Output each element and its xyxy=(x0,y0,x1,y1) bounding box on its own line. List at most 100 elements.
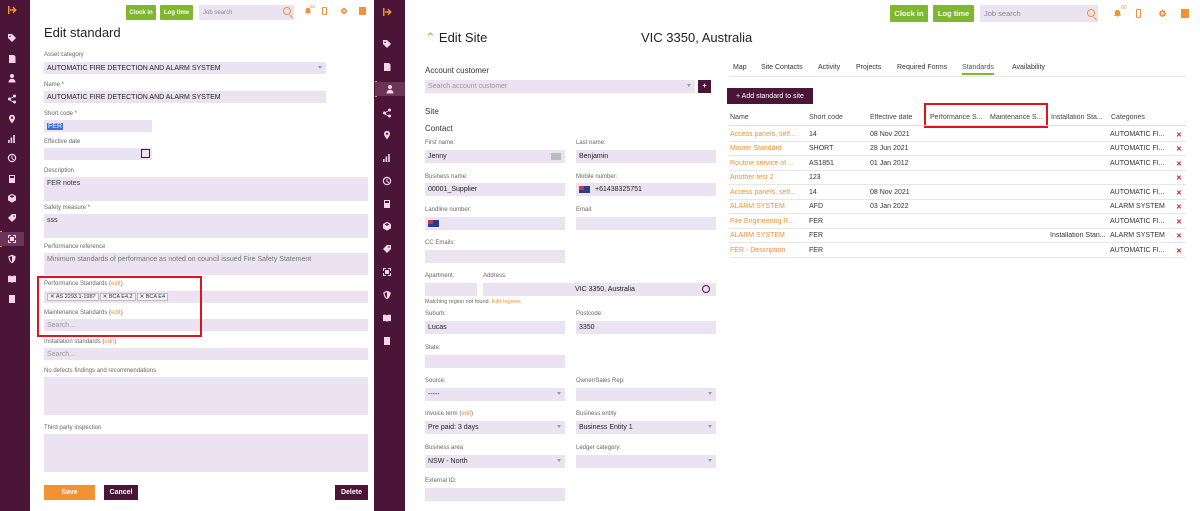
phone-icon[interactable] xyxy=(1136,9,1146,19)
clock-in-button[interactable]: Clock in xyxy=(890,5,928,22)
invoice-edit-link[interactable]: edit xyxy=(461,411,471,417)
column-header-short-code[interactable]: Short code xyxy=(809,114,867,121)
edit-regions-link[interactable]: Edit regions xyxy=(492,299,521,305)
delete-row-icon[interactable]: ✕ xyxy=(1176,203,1182,211)
address-input[interactable]: VIC 3350, Australia xyxy=(483,283,716,296)
table-row[interactable]: Access panels, self... 14 08 Nov 2021 AUTOM… xyxy=(729,186,1186,200)
table-row[interactable]: Routine service of ... AS1851 01 Jan 2012 A… xyxy=(729,157,1186,171)
scan-icon[interactable] xyxy=(0,232,24,246)
delete-row-icon[interactable]: ✕ xyxy=(1176,189,1182,197)
add-standard-button[interactable]: + Add standard to site xyxy=(727,88,813,104)
au-flag-icon[interactable] xyxy=(579,186,590,193)
label-icon[interactable] xyxy=(0,211,24,225)
tab-site-contacts[interactable]: Site Contacts xyxy=(761,64,803,71)
location-pin-icon[interactable] xyxy=(0,112,24,126)
asset-category-select[interactable]: AUTOMATIC FIRE DETECTION AND ALARM SYSTE… xyxy=(44,62,326,74)
bell-icon[interactable]: 60 xyxy=(1113,5,1127,19)
clock-icon[interactable] xyxy=(0,151,24,165)
email-input[interactable] xyxy=(576,217,716,230)
collapse-icon[interactable] xyxy=(0,3,24,17)
user-icon[interactable] xyxy=(0,71,24,85)
column-header-installation[interactable]: Installation Sta... xyxy=(1051,114,1108,121)
account-customer-input[interactable]: Search account customer xyxy=(425,80,695,93)
third-party-textarea[interactable] xyxy=(44,434,368,472)
user-icon[interactable] xyxy=(375,82,405,96)
apartment-input[interactable] xyxy=(425,283,477,296)
delete-button[interactable]: Delete xyxy=(335,485,368,500)
tab-availability[interactable]: Availability xyxy=(1012,64,1045,71)
tag-icon[interactable] xyxy=(375,37,399,51)
tab-map[interactable]: Map xyxy=(733,64,747,71)
postcode-input[interactable]: 3350 xyxy=(576,321,716,334)
au-flag-icon[interactable] xyxy=(428,220,439,227)
table-row[interactable]: Master Standard SHORT 28 Jun 2021 AUTOMATIC… xyxy=(729,142,1186,156)
book-icon[interactable] xyxy=(0,272,24,286)
save-button[interactable]: Save xyxy=(44,485,95,500)
landline-input[interactable] xyxy=(425,217,565,230)
panel-icon-left[interactable] xyxy=(359,7,369,17)
clock-in-button-left[interactable]: Clock in xyxy=(126,5,156,20)
gear-icon-left[interactable] xyxy=(340,7,350,17)
document-icon[interactable] xyxy=(375,60,399,74)
cell-name[interactable]: ALARM SYSTEM xyxy=(730,232,806,239)
cell-name[interactable]: Access panels, self... xyxy=(730,189,806,196)
tab-standards[interactable]: Standards xyxy=(962,64,994,75)
installation-standards-input[interactable]: Search... xyxy=(44,348,368,360)
effective-date-input[interactable] xyxy=(44,148,152,160)
invoice-term-select[interactable]: Pre paid: 3 days xyxy=(425,421,565,434)
column-header-categories[interactable]: Categories xyxy=(1111,114,1181,121)
inst-edit-link[interactable]: edit xyxy=(104,339,114,345)
box-icon[interactable] xyxy=(0,191,24,205)
business-entity-select[interactable]: Business Entity 1 xyxy=(576,421,716,434)
shield-icon[interactable] xyxy=(0,252,24,266)
column-header-effective-date[interactable]: Effective date xyxy=(870,114,926,121)
delete-row-icon[interactable]: ✕ xyxy=(1176,218,1182,226)
table-row[interactable]: FER - Description FER AUTOMATIC FI... ✕ xyxy=(729,244,1186,258)
suburb-input[interactable]: Lucas xyxy=(425,321,565,334)
add-customer-button[interactable]: + xyxy=(698,80,711,93)
report-icon[interactable] xyxy=(375,334,399,348)
location-pin-icon[interactable] xyxy=(375,128,399,142)
table-row[interactable]: Another test 2 123 ✕ xyxy=(729,171,1186,185)
address-search-icon[interactable] xyxy=(702,285,710,293)
table-row[interactable]: ALARM SYSTEM FER Installation Stan... ALARM… xyxy=(729,229,1186,243)
phone-icon-left[interactable] xyxy=(322,7,332,17)
log-time-button[interactable]: Log time xyxy=(933,5,974,22)
delete-row-icon[interactable]: ✕ xyxy=(1176,131,1182,139)
no-defects-textarea[interactable] xyxy=(44,377,368,415)
cc-emails-input[interactable] xyxy=(425,250,565,263)
cell-name[interactable]: Routine service of ... xyxy=(730,160,806,167)
performance-reference-textarea[interactable]: Minimum standards of performance as note… xyxy=(44,253,368,275)
name-input[interactable]: AUTOMATIC FIRE DETECTION AND ALARM SYSTE… xyxy=(44,91,326,103)
document-icon[interactable] xyxy=(0,52,24,66)
last-name-input[interactable]: Benjamin xyxy=(576,150,716,163)
first-name-input[interactable]: Jenny xyxy=(425,150,565,163)
state-input[interactable] xyxy=(425,355,565,368)
cell-name[interactable]: ALARM SYSTEM xyxy=(730,203,806,210)
cell-name[interactable]: FER - Description xyxy=(730,247,806,254)
calendar-icon[interactable] xyxy=(141,149,150,158)
box-icon[interactable] xyxy=(375,219,399,233)
clock-icon[interactable] xyxy=(375,174,399,188)
scan-icon[interactable] xyxy=(375,265,399,279)
source-select[interactable]: ----- xyxy=(425,388,565,401)
delete-row-icon[interactable]: ✕ xyxy=(1176,145,1182,153)
cell-name[interactable]: Another test 2 xyxy=(730,174,806,181)
ledger-select[interactable] xyxy=(576,455,716,468)
collapse-icon[interactable] xyxy=(375,5,399,19)
calculator-icon[interactable] xyxy=(375,197,399,211)
gear-icon[interactable] xyxy=(1158,9,1168,19)
tab-activity[interactable]: Activity xyxy=(818,64,840,71)
chevron-up-icon[interactable]: ⌃ xyxy=(425,30,436,45)
tab-projects[interactable]: Projects xyxy=(856,64,881,71)
delete-row-icon[interactable]: ✕ xyxy=(1176,247,1182,255)
share-icon[interactable] xyxy=(0,92,24,106)
chart-icon[interactable] xyxy=(375,151,399,165)
business-name-input[interactable]: 00001_Supplier xyxy=(425,183,565,196)
description-textarea[interactable]: FER notes xyxy=(44,177,368,201)
table-row[interactable]: ALARM SYSTEM AFD 03 Jan 2022 ALARM SYSTEM ✕ xyxy=(729,200,1186,214)
owner-select[interactable] xyxy=(576,388,716,401)
delete-row-icon[interactable]: ✕ xyxy=(1176,232,1182,240)
column-header-name[interactable]: Name xyxy=(730,114,806,121)
cell-name[interactable]: Access panels, self... xyxy=(730,131,806,138)
